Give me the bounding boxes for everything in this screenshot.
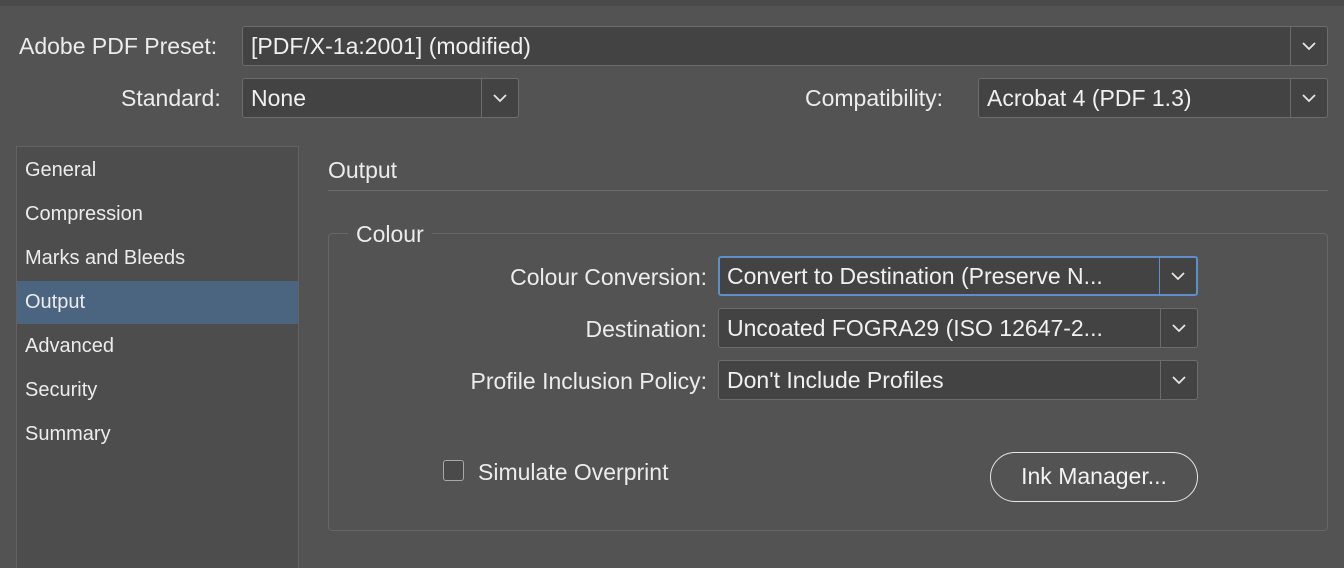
profile-inclusion-label: Profile Inclusion Policy: [470,368,708,394]
colour-group-title: Colour [348,219,432,249]
pdf-export-dialog: Adobe PDF Preset: [PDF/X-1a:2001] (modif… [0,0,1344,568]
compatibility-value: Acrobat 4 (PDF 1.3) [987,85,1192,111]
compatibility-dropdown[interactable]: Acrobat 4 (PDF 1.3) [978,78,1328,118]
destination-dropdown[interactable]: Uncoated FOGRA29 (ISO 12647-2... [718,308,1198,348]
sidebar-item-security[interactable]: Security [17,369,298,412]
ink-manager-button[interactable]: Ink Manager... [990,452,1198,502]
chevron-down-icon[interactable] [1160,309,1197,347]
standard-dropdown[interactable]: None [242,78,519,118]
panel-heading: Output [328,157,398,183]
simulate-overprint-label[interactable]: Simulate Overprint [478,457,668,487]
preset-label: Adobe PDF Preset: [19,33,218,59]
heading-divider [328,190,1328,191]
destination-label: Destination: [585,316,707,342]
sidebar-item-marks-and-bleeds[interactable]: Marks and Bleeds [17,237,298,280]
chevron-down-icon[interactable] [1290,27,1327,65]
sidebar-item-compression[interactable]: Compression [17,193,298,236]
category-sidebar: General Compression Marks and Bleeds Out… [16,146,299,568]
colour-conversion-value: Convert to Destination (Preserve N... [727,263,1103,289]
sidebar-item-general[interactable]: General [17,149,298,192]
compatibility-label: Compatibility: [805,85,944,111]
destination-value: Uncoated FOGRA29 (ISO 12647-2... [727,315,1103,341]
sidebar-item-output[interactable]: Output [17,281,298,324]
sidebar-item-advanced[interactable]: Advanced [17,325,298,368]
sidebar-item-summary[interactable]: Summary [17,413,298,456]
standard-value: None [251,85,306,111]
profile-inclusion-value: Don't Include Profiles [727,367,944,393]
preset-dropdown[interactable]: [PDF/X-1a:2001] (modified) [242,26,1328,66]
colour-conversion-dropdown[interactable]: Convert to Destination (Preserve N... [718,256,1198,296]
dialog-top-edge [0,0,1344,6]
chevron-down-icon[interactable] [1160,361,1197,399]
preset-value: [PDF/X-1a:2001] (modified) [251,33,531,59]
profile-inclusion-dropdown[interactable]: Don't Include Profiles [718,360,1198,400]
chevron-down-icon[interactable] [1159,258,1196,294]
chevron-down-icon[interactable] [1290,79,1327,117]
colour-conversion-label: Colour Conversion: [510,264,707,290]
simulate-overprint-checkbox[interactable] [443,460,464,481]
chevron-down-icon[interactable] [481,79,518,117]
standard-label: Standard: [121,85,221,111]
